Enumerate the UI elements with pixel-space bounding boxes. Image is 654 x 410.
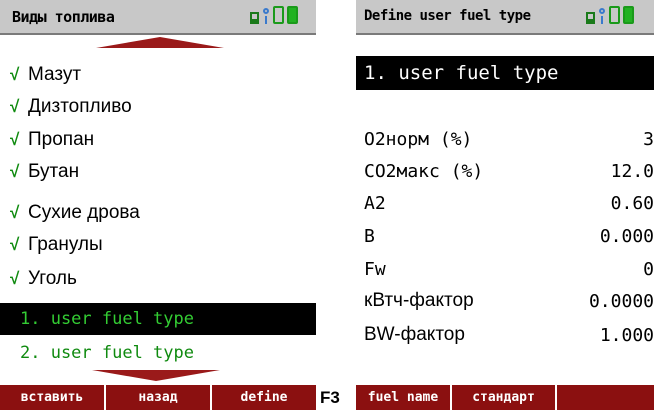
scroll-down-arrow-icon[interactable] [92,370,220,381]
fuel-types-screen: Виды топлива √ Мазут √ Дизтопливо √ Проп… [0,0,316,410]
status-icons [586,6,634,24]
list-item-label: Мазут [28,64,82,85]
param-row[interactable]: Fw 0 [356,253,654,285]
param-label: B [364,225,375,247]
param-value: 0.0000 [588,290,654,312]
list-item-label: 2. user fuel type [20,343,194,363]
signal-icon [262,8,270,24]
param-value: 3 [643,128,654,150]
status-icon [250,12,259,24]
title-bar: Define user fuel type [356,0,654,35]
list-item[interactable]: √ Мазут [0,59,316,91]
list-item[interactable]: √ Сухие дрова [0,197,316,229]
list-item-label: 1. user fuel type [20,309,194,329]
battery-icon [609,6,620,24]
fuel-name-value: 1. user fuel type [364,62,559,84]
define-button[interactable]: define [212,385,316,410]
param-row[interactable]: CO2макс (%) 12.0 [356,155,654,187]
fuel-name-button[interactable]: fuel name [356,385,452,410]
battery-icon [273,6,284,24]
list-item[interactable]: √ Дизтопливо [0,91,316,123]
status-icon [586,12,595,24]
list-item-label: Сухие дрова [28,202,140,223]
param-row[interactable]: BW-фактор 1.000 [356,319,654,351]
param-row[interactable]: кВтч-фактор 0.0000 [356,285,654,317]
list-item-label: Гранулы [28,234,103,255]
check-icon: √ [10,97,20,116]
check-icon: √ [10,235,20,254]
param-label: BW-фактор [364,324,465,345]
list-item-selected[interactable]: 1. user fuel type [0,303,316,335]
check-icon: √ [10,269,20,288]
param-value: 1.000 [599,324,654,346]
list-item-label: Дизтопливо [28,96,132,117]
param-label: кВтч-фактор [364,290,474,311]
check-icon: √ [10,65,20,84]
list-item-label: Пропан [28,129,95,150]
list-item-label: Бутан [28,161,80,182]
insert-button[interactable]: вставить [0,385,106,410]
param-row[interactable]: O2норм (%) 3 [356,123,654,155]
scroll-up-arrow-icon[interactable] [96,37,224,48]
softkey-menu: fuel name стандарт [356,385,654,410]
battery-icon [623,6,634,24]
screen-title: Виды топлива [12,8,115,26]
standard-button[interactable]: стандарт [452,385,557,410]
status-icons [250,6,298,24]
list-item[interactable]: √ Бутан [0,156,316,188]
f3-key-label: F3 [320,388,340,407]
param-label: Fw [364,258,386,280]
list-item[interactable]: 2. user fuel type [0,337,316,369]
softkey-menu: вставить назад define [0,385,316,410]
list-item[interactable]: √ Гранулы [0,229,316,261]
list-item[interactable]: √ Пропан [0,124,316,156]
back-button[interactable]: назад [106,385,212,410]
check-icon: √ [10,162,20,181]
param-label: O2норм (%) [364,128,473,150]
fuel-name-field[interactable]: 1. user fuel type [356,56,654,90]
title-bar: Виды топлива [0,0,316,35]
screen-title: Define user fuel type [364,8,531,24]
param-label: A2 [364,192,386,214]
define-fuel-screen: Define user fuel type 1. user fuel type … [356,0,654,410]
param-row[interactable]: A2 0.60 [356,187,654,219]
param-value: 0.60 [610,192,654,214]
battery-icon [287,6,298,24]
empty-softkey[interactable] [557,385,654,410]
check-icon: √ [10,130,20,149]
param-value: 0.000 [599,225,654,247]
param-value: 0 [643,258,654,280]
param-row[interactable]: B 0.000 [356,220,654,252]
list-item[interactable]: √ Уголь [0,263,316,295]
list-item-label: Уголь [28,268,77,289]
param-label: CO2макс (%) [364,160,484,182]
param-value: 12.0 [610,160,654,182]
signal-icon [598,8,606,24]
check-icon: √ [10,203,20,222]
